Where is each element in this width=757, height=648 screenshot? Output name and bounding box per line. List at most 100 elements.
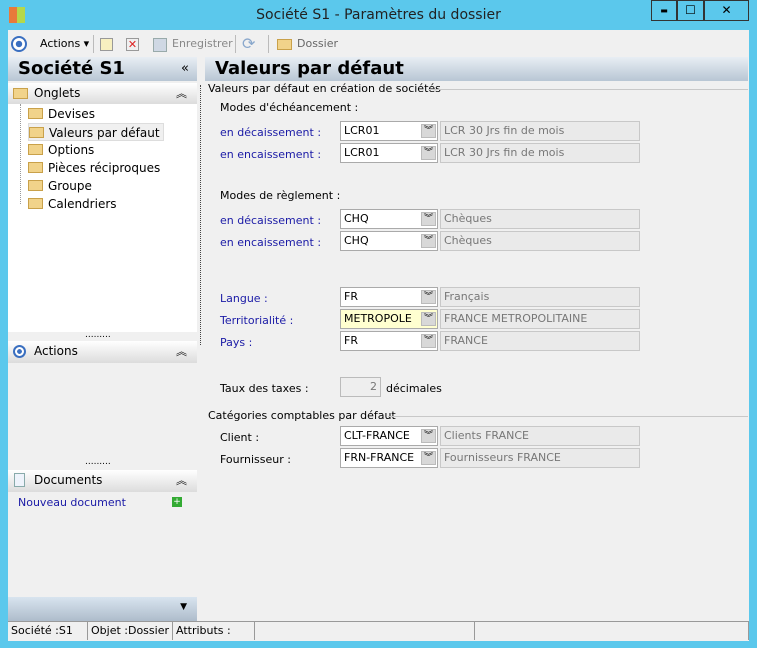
code-value: LCR01 [344, 146, 380, 159]
description-field: FRANCE [440, 331, 640, 351]
status-cell [475, 622, 749, 640]
divider [428, 89, 748, 90]
chevron-down-icon[interactable]: ︾ [421, 290, 436, 304]
page-title: Valeurs par défaut [205, 57, 748, 81]
code-value: LCR01 [344, 124, 380, 137]
delete-icon[interactable]: ✕ [126, 38, 139, 51]
status-cell: Société :S1 [8, 622, 88, 640]
group-title: Valeurs par défaut en création de sociét… [208, 82, 441, 95]
folder-icon [28, 198, 43, 209]
refresh-icon[interactable]: ⟳ [242, 34, 255, 53]
code-input[interactable]: FR ︾ [340, 287, 438, 307]
chevron-down-icon[interactable]: ︾ [421, 312, 436, 326]
field-label: en encaissement : [220, 148, 322, 161]
chevron-up-icon[interactable]: ︽ [176, 470, 187, 491]
window-title: Société S1 - Paramètres du dossier [256, 7, 501, 23]
folder-icon [28, 180, 43, 191]
field-label: Client : [220, 431, 260, 444]
left-panel-title: Société S1 « [8, 57, 197, 81]
app-icon [9, 7, 25, 23]
actions-header[interactable]: Actions ︽ [8, 341, 197, 363]
divider [388, 416, 748, 417]
chevron-down-icon[interactable]: ︾ [421, 212, 436, 226]
description-field: Clients FRANCE [440, 426, 640, 446]
echeance-label: Modes d'échéancement : [220, 101, 359, 114]
close-button[interactable]: ✕ [704, 0, 749, 21]
new-document-link[interactable]: Nouveau document [18, 496, 126, 509]
code-input[interactable]: FR ︾ [340, 331, 438, 351]
field-label: en encaissement : [220, 236, 322, 249]
onglets-label: Onglets [34, 86, 81, 100]
folder-icon [28, 144, 43, 155]
code-value: CHQ [344, 212, 369, 225]
tree-item[interactable]: Valeurs par défaut [28, 123, 164, 141]
description-field: LCR 30 Jrs fin de mois [440, 121, 640, 141]
field-label: en décaissement : [220, 214, 322, 227]
save-button[interactable]: Enregistrer [172, 32, 233, 56]
tree-item[interactable]: Groupe [28, 177, 92, 195]
chevron-up-icon[interactable]: ︽ [176, 341, 187, 362]
dossier-button[interactable]: Dossier [297, 32, 338, 56]
chevron-down-icon[interactable]: ︾ [421, 334, 436, 348]
code-value: METROPOLE [344, 312, 412, 325]
new-icon[interactable] [100, 38, 113, 51]
status-cell: Objet :Dossier [88, 622, 173, 640]
chevron-down-icon[interactable]: ︾ [421, 451, 436, 465]
company-title: Société S1 [18, 58, 125, 79]
tree-item-label: Pièces réciproques [48, 161, 161, 175]
code-input[interactable]: CHQ ︾ [340, 231, 438, 251]
actions-label: Actions [34, 344, 78, 358]
actions-circle-icon [11, 36, 27, 52]
tree-line [20, 104, 21, 204]
code-input[interactable]: LCR01 ︾ [340, 143, 438, 163]
dropdown-arrow-icon[interactable]: ▼ [180, 602, 187, 612]
folder-icon [28, 108, 43, 119]
field-label: en décaissement : [220, 126, 322, 139]
minimize-button[interactable]: ▬ [651, 0, 677, 21]
taxes-input[interactable]: 2 [340, 377, 381, 397]
chevron-down-icon[interactable]: ︾ [421, 124, 436, 138]
folder-icon [29, 127, 44, 138]
splitter[interactable]: ......... [85, 330, 111, 340]
separator [235, 35, 236, 53]
chevron-down-icon[interactable]: ︾ [421, 146, 436, 160]
maximize-button[interactable]: ☐ [677, 0, 704, 21]
code-value: FR [344, 334, 358, 347]
description-field: LCR 30 Jrs fin de mois [440, 143, 640, 163]
document-icon [14, 473, 25, 487]
folder-icon [277, 39, 292, 50]
tree-item[interactable]: Devises [28, 105, 95, 123]
taxes-label: Taux des taxes : [220, 382, 309, 395]
tree-item[interactable]: Options [28, 141, 94, 159]
tree-item[interactable]: Pièces réciproques [28, 159, 160, 177]
reglement-label: Modes de règlement : [220, 189, 341, 202]
separator [268, 35, 269, 53]
chevron-down-icon[interactable]: ︾ [421, 234, 436, 248]
panel-splitter[interactable] [200, 85, 201, 345]
onglets-header[interactable]: Onglets ︽ [8, 83, 197, 104]
actions-menu[interactable]: Actions ▾ [40, 32, 89, 56]
code-input[interactable]: CLT-FRANCE ︾ [340, 426, 438, 446]
save-icon[interactable] [153, 38, 167, 52]
folder-icon [28, 162, 43, 173]
documents-header[interactable]: Documents ︽ [8, 470, 197, 492]
separator [93, 35, 94, 53]
code-input[interactable]: CHQ ︾ [340, 209, 438, 229]
field-label: Fournisseur : [220, 453, 291, 466]
status-cell: Attributs : [173, 622, 255, 640]
chevron-up-icon[interactable]: ︽ [176, 83, 187, 104]
code-input[interactable]: METROPOLE ︾ [340, 309, 438, 329]
tree-item-label: Devises [48, 107, 95, 121]
code-value: CLT-FRANCE [344, 429, 410, 442]
description-field: Chèques [440, 209, 640, 229]
code-input[interactable]: LCR01 ︾ [340, 121, 438, 141]
description-field: Chèques [440, 231, 640, 251]
add-icon[interactable]: + [172, 497, 182, 507]
splitter[interactable]: ......... [85, 457, 111, 467]
actions-circle-icon [13, 345, 26, 358]
tree-item[interactable]: Calendriers [28, 195, 117, 213]
tree-item-label: Options [48, 143, 95, 157]
code-input[interactable]: FRN-FRANCE ︾ [340, 448, 438, 468]
collapse-panel-button[interactable]: « [181, 57, 189, 80]
chevron-down-icon[interactable]: ︾ [421, 429, 436, 443]
